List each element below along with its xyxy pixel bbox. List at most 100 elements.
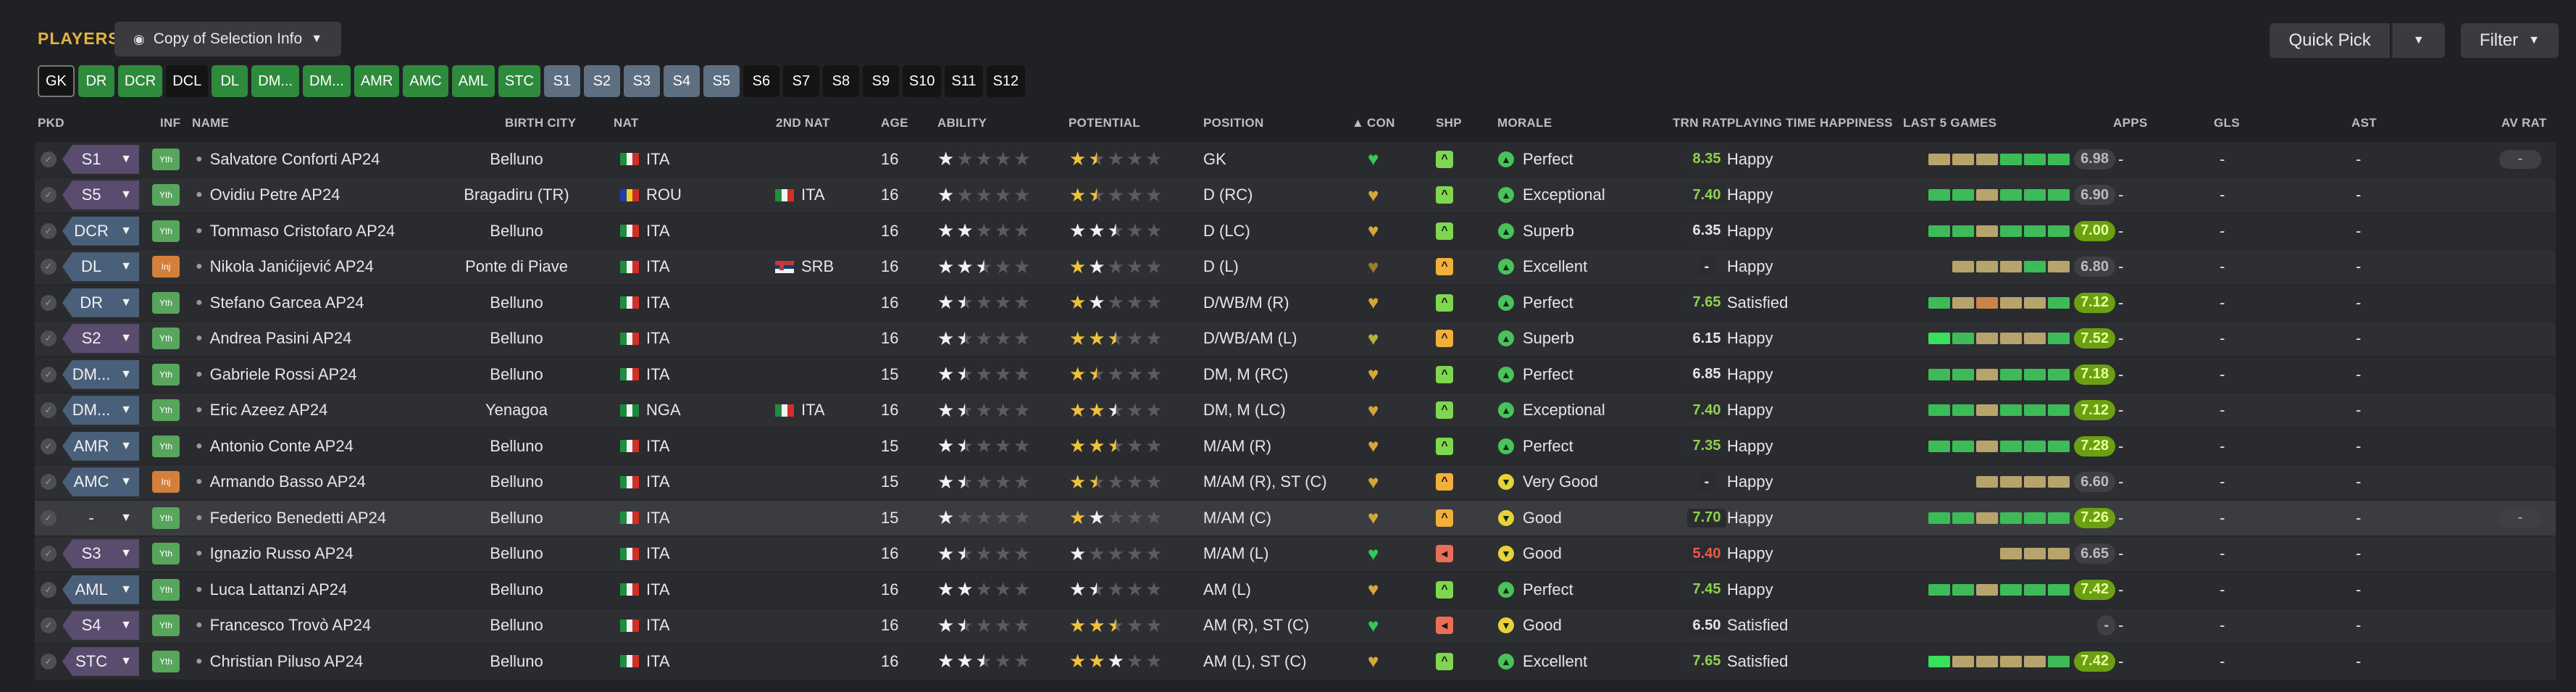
pick-checkbox[interactable]: ✓ [41, 250, 57, 285]
name-cell[interactable]: ● Christian Piluso AP24 [196, 644, 363, 679]
player-name[interactable]: Tommaso Cristofaro AP24 [210, 222, 396, 241]
position-chip[interactable]: S1 [543, 65, 580, 97]
table-row[interactable]: ✓ DL ▼ Inj ● Nikola Janićijević AP24 Ponte di … [35, 249, 2556, 285]
table-row[interactable]: ✓ DCR ▼ Yth ● Tommaso Cristofaro AP24 Belluno I… [35, 214, 2556, 250]
name-cell[interactable]: ● Nikola Janićijević AP24 [196, 250, 374, 285]
pick-checkbox[interactable]: ✓ [41, 393, 57, 428]
pkd-selector[interactable]: S2 ▼ [62, 324, 139, 354]
pick-checkbox[interactable]: ✓ [41, 214, 57, 249]
position-chip[interactable]: S2 [583, 65, 620, 97]
name-cell[interactable]: ● Federico Benedetti AP24 [196, 501, 386, 535]
table-row[interactable]: ✓ DR ▼ Yth ● Stefano Garcea AP24 Belluno ITA 16 ★… [35, 285, 2556, 322]
col-shp[interactable]: SHP [1436, 116, 1462, 130]
col-trn-rat[interactable]: TRN RAT [1673, 116, 1727, 130]
pkd-selector[interactable]: AML ▼ [62, 575, 139, 604]
pick-checkbox[interactable]: ✓ [41, 357, 57, 392]
pick-checkbox[interactable]: ✓ [41, 285, 57, 320]
table-row[interactable]: ✓ DM... ▼ Yth ● Eric Azeez AP24 Yenagoa NGA ITA 1… [35, 393, 2556, 429]
pkd-selector[interactable]: DM... ▼ [62, 396, 139, 425]
table-row[interactable]: ✓ AMR ▼ Yth ● Antonio Conte AP24 Belluno ITA 15 ★… [35, 429, 2556, 465]
pkd-selector[interactable]: DM... ▼ [62, 359, 139, 389]
position-chip[interactable]: DM... [251, 65, 300, 97]
position-chip[interactable]: DCL [166, 65, 209, 97]
table-row[interactable]: ✓ S4 ▼ Yth ● Francesco Trovò AP24 Belluno ITA 16… [35, 608, 2556, 644]
name-cell[interactable]: ● Salvatore Conforti AP24 [196, 142, 380, 177]
pick-checkbox[interactable]: ✓ [41, 465, 57, 500]
col-pkd[interactable]: PKD [38, 116, 64, 130]
player-name[interactable]: Stefano Garcea AP24 [210, 293, 364, 312]
pkd-dropdown[interactable]: AMR ▼ [62, 429, 139, 464]
pkd-selector[interactable]: S4 ▼ [62, 611, 139, 641]
player-name[interactable]: Luca Lattanzi AP24 [210, 580, 348, 599]
pick-checkbox[interactable]: ✓ [41, 572, 57, 607]
col-con[interactable]: CON [1367, 116, 1395, 130]
name-cell[interactable]: ● Francesco Trovò AP24 [196, 609, 371, 643]
pick-checkbox[interactable]: ✓ [41, 501, 57, 535]
col-ast[interactable]: AST [2351, 116, 2377, 130]
col-last-5-games[interactable]: LAST 5 GAMES [1903, 116, 1996, 130]
name-cell[interactable]: ● Stefano Garcea AP24 [196, 285, 364, 320]
position-chip[interactable]: GK [38, 65, 75, 97]
name-cell[interactable]: ● Antonio Conte AP24 [196, 429, 354, 464]
pkd-selector[interactable]: S1 ▼ [62, 144, 139, 174]
position-chip[interactable]: DM... [303, 65, 351, 97]
table-row[interactable]: ✓ - ▼ Yth ● Federico Benedetti AP24 Belluno ITA… [35, 501, 2556, 537]
filter-button[interactable]: Filter ▼ [2460, 23, 2559, 58]
pkd-dropdown[interactable]: DL ▼ [62, 250, 139, 285]
table-row[interactable]: ✓ S1 ▼ Yth ● Salvatore Conforti AP24 Belluno IT… [35, 142, 2556, 178]
pkd-selector[interactable]: DR ▼ [62, 288, 139, 317]
pick-checkbox[interactable]: ✓ [41, 322, 57, 357]
position-chip[interactable]: S7 [782, 65, 819, 97]
position-chip[interactable]: DCR [117, 65, 163, 97]
pkd-selector[interactable]: AMR ▼ [62, 431, 139, 461]
name-cell[interactable]: ● Eric Azeez AP24 [196, 393, 327, 428]
position-chip[interactable]: S10 [902, 65, 942, 97]
player-name[interactable]: Nikola Janićijević AP24 [210, 257, 374, 276]
position-chip[interactable]: S12 [986, 65, 1026, 97]
player-name[interactable]: Christian Piluso AP24 [210, 652, 364, 671]
pkd-dropdown[interactable]: S5 ▼ [62, 178, 139, 213]
position-chip[interactable]: AMR [354, 65, 400, 97]
table-row[interactable]: ✓ S5 ▼ Yth ● Ovidiu Petre AP24 Bragadiru (TR) R… [35, 178, 2556, 214]
position-chip[interactable]: AMC [403, 65, 448, 97]
name-cell[interactable]: ● Andrea Pasini AP24 [196, 322, 351, 357]
col-av-rat[interactable]: AV RAT [2501, 116, 2547, 130]
pkd-dropdown[interactable]: STC ▼ [62, 644, 139, 679]
table-row[interactable]: ✓ STC ▼ Yth ● Christian Piluso AP24 Belluno ITA… [35, 644, 2556, 680]
col-playing-time-happiness[interactable]: PLAYING TIME HAPPINESS [1727, 116, 1893, 130]
pkd-selector[interactable]: - ▼ [62, 503, 139, 533]
player-name[interactable]: Gabriele Rossi AP24 [210, 365, 357, 384]
pkd-dropdown[interactable]: DCR ▼ [62, 214, 139, 249]
pkd-dropdown[interactable]: S4 ▼ [62, 609, 139, 643]
pick-checkbox[interactable]: ✓ [41, 537, 57, 572]
pick-checkbox[interactable]: ✓ [41, 644, 57, 679]
col-name[interactable]: NAME [192, 116, 229, 130]
col-morale[interactable]: MORALE [1497, 116, 1552, 130]
player-name[interactable]: Ignazio Russo AP24 [210, 544, 354, 563]
position-chip[interactable]: AML [451, 65, 495, 97]
name-cell[interactable]: ● Ignazio Russo AP24 [196, 537, 354, 572]
pkd-selector[interactable]: S5 ▼ [62, 180, 139, 210]
pkd-selector[interactable]: AMC ▼ [62, 467, 139, 497]
table-row[interactable]: ✓ AMC ▼ Inj ● Armando Basso AP24 Belluno ITA 15 ★… [35, 464, 2556, 501]
position-chip[interactable]: S6 [743, 65, 779, 97]
col-position[interactable]: POSITION [1203, 116, 1264, 130]
pkd-dropdown[interactable]: DM... ▼ [62, 393, 139, 428]
pkd-dropdown[interactable]: AMC ▼ [62, 465, 139, 500]
pkd-dropdown[interactable]: DM... ▼ [62, 357, 139, 392]
table-row[interactable]: ✓ AML ▼ Yth ● Luca Lattanzi AP24 Belluno ITA 16 ★… [35, 572, 2556, 609]
position-chip[interactable]: S8 [822, 65, 859, 97]
pkd-selector[interactable]: DCR ▼ [62, 216, 139, 246]
col-birth-city[interactable]: BIRTH CITY [505, 116, 576, 130]
pkd-selector[interactable]: S3 ▼ [62, 539, 139, 569]
position-chip[interactable]: STC [498, 65, 540, 97]
position-chip[interactable]: S11 [945, 65, 983, 97]
player-name[interactable]: Antonio Conte AP24 [210, 437, 354, 456]
pick-checkbox[interactable]: ✓ [41, 142, 57, 177]
position-chip[interactable]: S4 [663, 65, 700, 97]
player-name[interactable]: Federico Benedetti AP24 [210, 509, 386, 528]
pkd-dropdown[interactable]: S1 ▼ [62, 142, 139, 177]
name-cell[interactable]: ● Ovidiu Petre AP24 [196, 178, 340, 213]
pkd-dropdown[interactable]: S3 ▼ [62, 537, 139, 572]
pkd-dropdown[interactable]: - ▼ [62, 501, 139, 535]
